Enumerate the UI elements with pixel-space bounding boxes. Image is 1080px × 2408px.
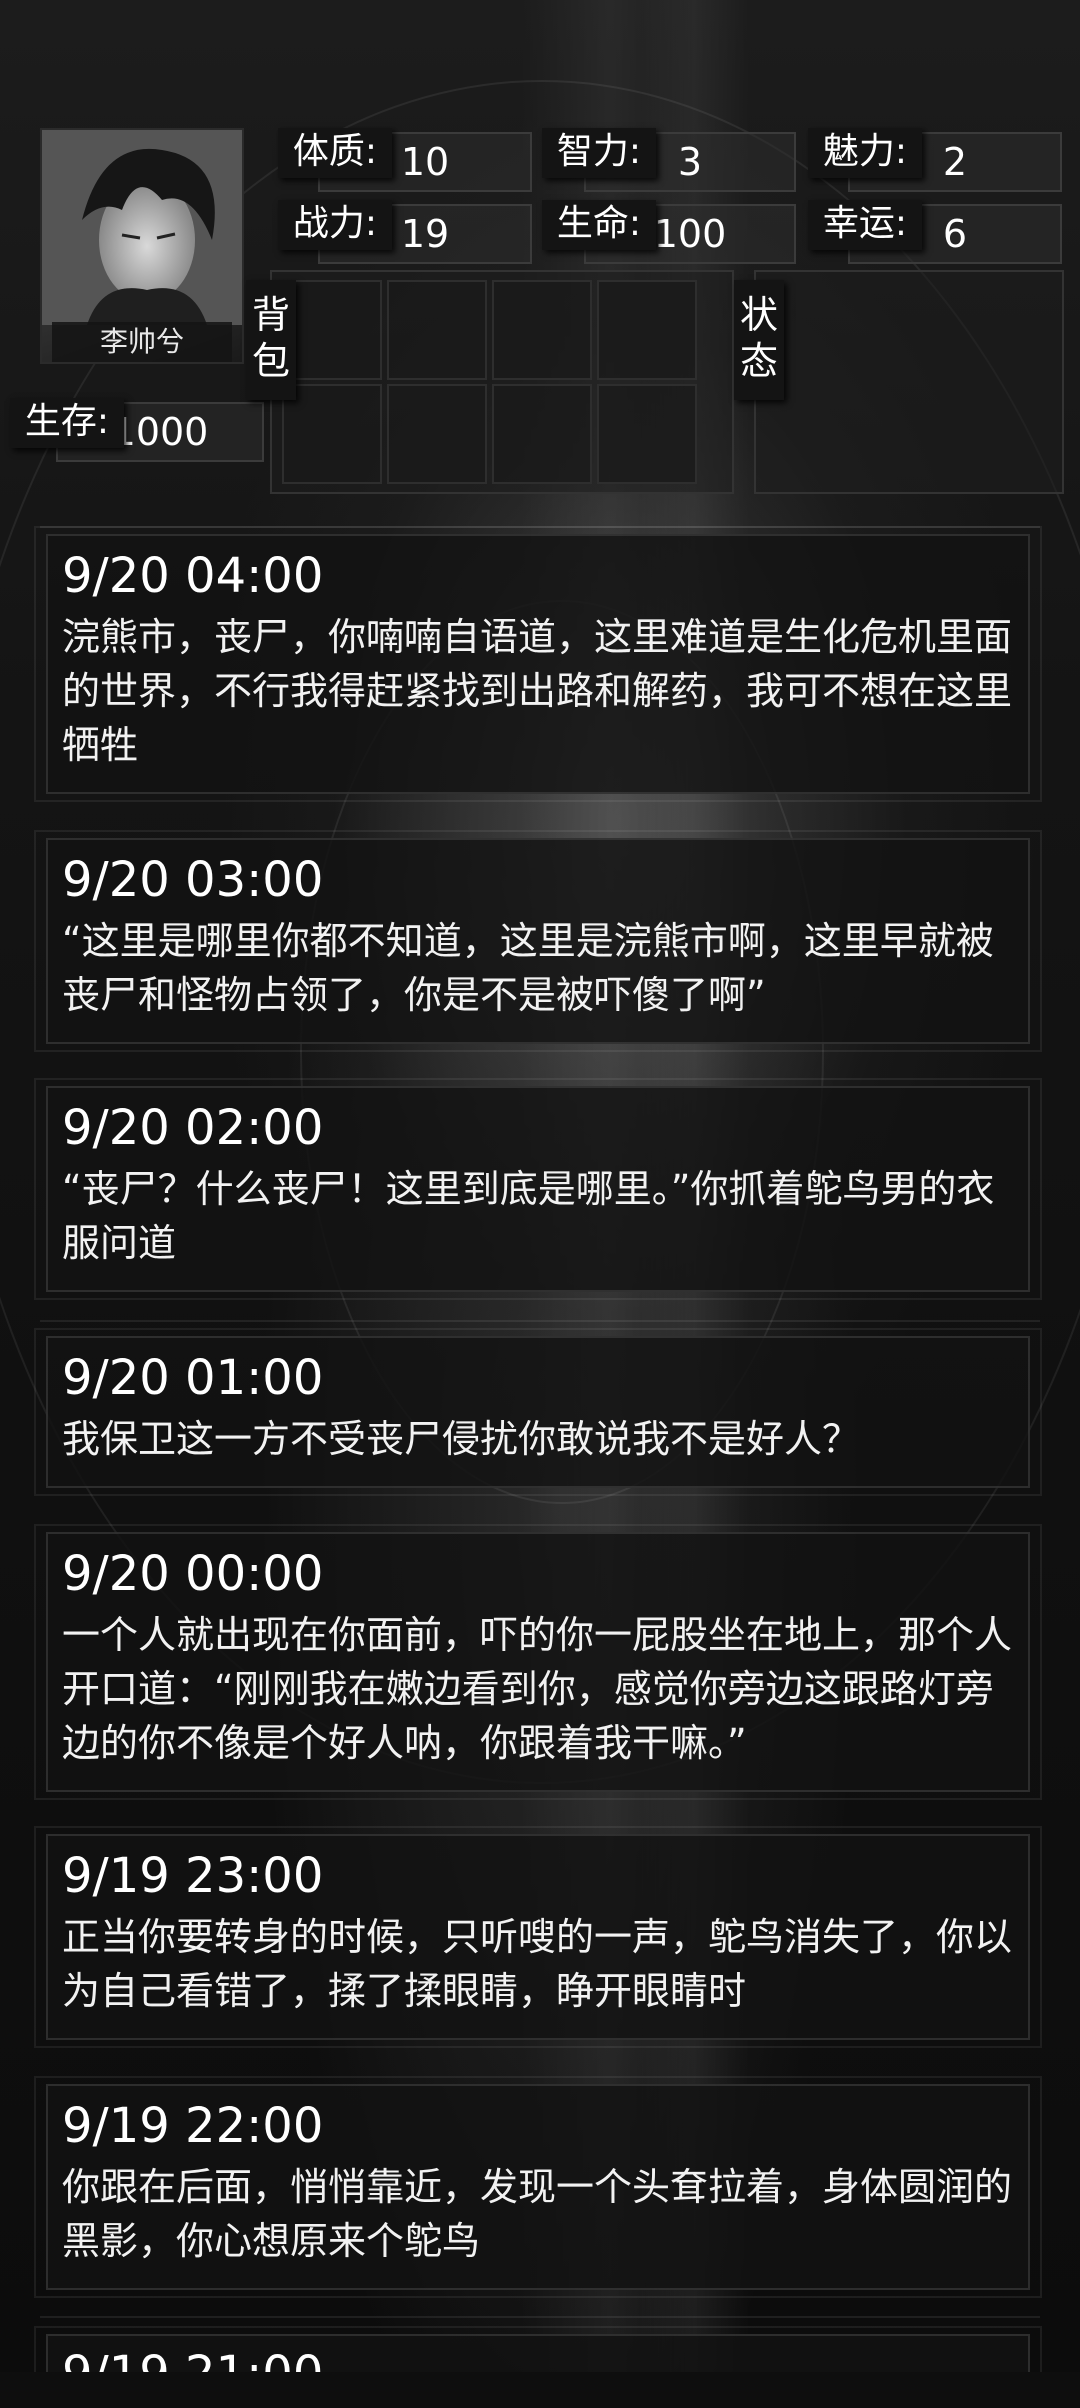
log-entry-text: 正当你要转身的时候，只听嗖的一声，鸵鸟消失了，你以为自己看错了，揉了揉眼睛，睁开…	[62, 1915, 1013, 2013]
stat-label-intelligence: 智力:	[542, 128, 656, 178]
log-entry-time: 9/19 23:00	[62, 1848, 324, 1904]
bottom-fade	[0, 2372, 1080, 2408]
log-divider	[40, 526, 1040, 528]
log-entry-text: 浣熊市，丧尸，你喃喃自语道，这里难道是生化危机里面的世界，不行我得赶紧找到出路和…	[62, 615, 1013, 767]
log-entry-text: “这里是哪里你都不知道，这里是浣熊市啊，这里早就被丧尸和怪物占领了，你是不是被吓…	[62, 919, 994, 1017]
log-entry: 9/20 00:00 一个人就出现在你面前，吓的你一屁股坐在地上，那个人开口道：…	[34, 1524, 1042, 1800]
character-avatar[interactable]: 李帅兮	[40, 128, 244, 364]
log-entry-text: 一个人就出现在你面前，吓的你一屁股坐在地上，那个人开口道：“刚刚我在嫩边看到你，…	[62, 1613, 1013, 1765]
stat-label-luck: 幸运:	[808, 200, 922, 250]
character-portrait-icon	[42, 130, 242, 325]
survival-label: 生存:	[10, 398, 124, 448]
stat-label-charm: 魅力:	[808, 128, 922, 178]
bag-slot[interactable]	[492, 384, 592, 484]
tab-bag[interactable]: 背包	[246, 280, 296, 400]
tab-status[interactable]: 状态	[734, 280, 784, 400]
log-entry-time: 9/20 02:00	[62, 1100, 324, 1156]
log-entry: 9/20 01:00 我保卫这一方不受丧尸侵扰你敢说我不是好人？	[34, 1328, 1042, 1496]
log-entry-text: 你跟在后面，悄悄靠近，发现一个头耷拉着，身体圆润的黑影，你心想原来个鸵鸟	[62, 2165, 1013, 2263]
log-divider	[40, 1320, 1040, 1322]
bag-slot[interactable]	[597, 384, 697, 484]
log-entry-time: 9/20 01:00	[62, 1350, 324, 1406]
log-entry-text: “丧尸？什么丧尸！这里到底是哪里。”你抓着鸵鸟男的衣服问道	[62, 1167, 995, 1265]
log-entry-time: 9/19 22:00	[62, 2098, 324, 2154]
log-entry: 9/19 22:00 你跟在后面，悄悄靠近，发现一个头耷拉着，身体圆润的黑影，你…	[34, 2076, 1042, 2298]
log-entry: 9/19 23:00 正当你要转身的时候，只听嗖的一声，鸵鸟消失了，你以为自己看…	[34, 1826, 1042, 2048]
log-entry-time: 9/20 04:00	[62, 548, 324, 604]
stat-label-constitution: 体质:	[278, 128, 392, 178]
log-entry-text: 我保卫这一方不受丧尸侵扰你敢说我不是好人？	[62, 1417, 861, 1461]
log-entry: 9/20 03:00 “这里是哪里你都不知道，这里是浣熊市啊，这里早就被丧尸和怪…	[34, 830, 1042, 1052]
bag-slot[interactable]	[492, 280, 592, 380]
stat-label-health: 生命:	[542, 200, 656, 250]
game-screen: 李帅兮 10 体质: 3 智力: 2 魅力: 19 战力: 100 生命: 6 …	[0, 0, 1080, 2408]
stat-label-combat: 战力:	[278, 200, 392, 250]
bag-slot[interactable]	[387, 384, 487, 484]
log-entry: 9/20 02:00 “丧尸？什么丧尸！这里到底是哪里。”你抓着鸵鸟男的衣服问道	[34, 1078, 1042, 1300]
bag-slot[interactable]	[597, 280, 697, 380]
bag-slot[interactable]	[282, 384, 382, 484]
log-entry-time: 9/20 00:00	[62, 1546, 324, 1602]
bag-slot[interactable]	[387, 280, 487, 380]
status-panel	[754, 270, 1064, 494]
log-entry-time: 9/20 03:00	[62, 852, 324, 908]
log-divider	[40, 2316, 1040, 2318]
character-name: 李帅兮	[52, 322, 232, 362]
bag-panel	[270, 270, 734, 494]
log-entry: 9/20 04:00 浣熊市，丧尸，你喃喃自语道，这里难道是生化危机里面的世界，…	[34, 526, 1042, 802]
bag-slot[interactable]	[282, 280, 382, 380]
